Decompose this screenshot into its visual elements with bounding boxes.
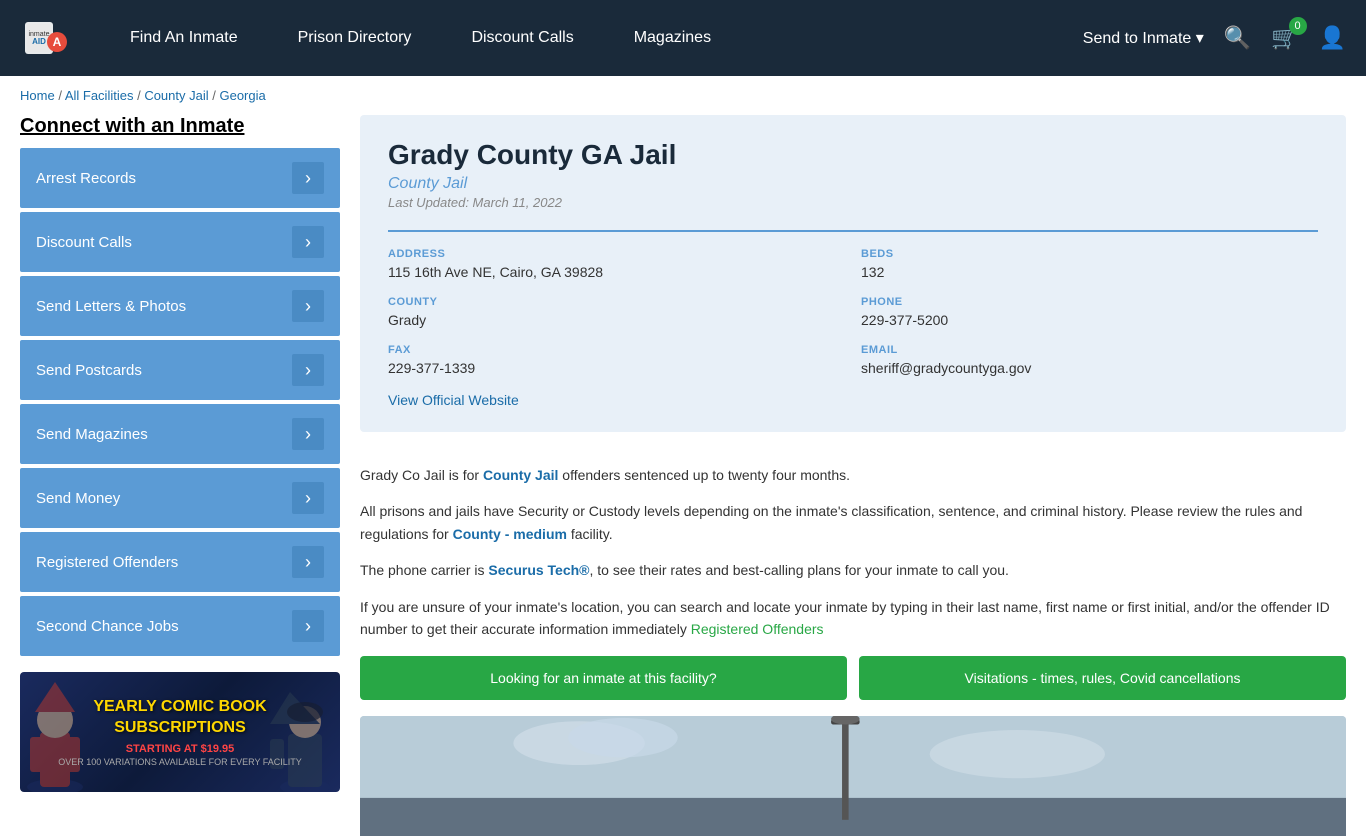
find-inmate-button[interactable]: Looking for an inmate at this facility? <box>360 656 847 700</box>
registered-offenders-link[interactable]: Registered Offenders <box>691 621 824 637</box>
address-value: 115 16th Ave NE, Cairo, GA 39828 <box>388 264 845 280</box>
securus-link[interactable]: Securus Tech® <box>488 562 589 578</box>
sidebar-item-label: Send Postcards <box>36 362 142 379</box>
facility-type: County Jail <box>388 175 1318 193</box>
sidebar-item-arrest-records[interactable]: Arrest Records › <box>20 148 340 208</box>
email-value: sheriff@gradycountyga.gov <box>861 360 1318 376</box>
description-area: Grady Co Jail is for County Jail offende… <box>360 448 1346 716</box>
ad-title: YEARLY COMIC BOOKSUBSCRIPTIONS <box>58 697 302 739</box>
logo-icon: A inmate AID <box>20 13 70 63</box>
facility-photo <box>360 716 1346 836</box>
fax-block: FAX 229-377-1339 <box>388 344 845 376</box>
ad-content: YEARLY COMIC BOOKSUBSCRIPTIONS STARTING … <box>58 697 302 767</box>
send-to-inmate-button[interactable]: Send to Inmate ▾ <box>1083 28 1204 48</box>
beds-value: 132 <box>861 264 1318 280</box>
beds-label: BEDS <box>861 248 1318 260</box>
fax-value: 229-377-1339 <box>388 360 845 376</box>
phone-block: PHONE 229-377-5200 <box>861 296 1318 328</box>
arrow-icon: › <box>292 418 324 450</box>
arrow-icon: › <box>292 482 324 514</box>
county-value: Grady <box>388 312 845 328</box>
desc-4: If you are unsure of your inmate's locat… <box>360 596 1346 641</box>
sidebar-item-send-letters[interactable]: Send Letters & Photos › <box>20 276 340 336</box>
county-label: COUNTY <box>388 296 845 308</box>
sidebar-item-second-chance-jobs[interactable]: Second Chance Jobs › <box>20 596 340 656</box>
view-website-link[interactable]: View Official Website <box>388 392 519 408</box>
info-grid: ADDRESS 115 16th Ave NE, Cairo, GA 39828… <box>388 230 1318 376</box>
breadcrumb-georgia[interactable]: Georgia <box>219 88 265 103</box>
search-icon[interactable]: 🔍 <box>1224 25 1251 51</box>
arrow-icon: › <box>292 354 324 386</box>
connect-title: Connect with an Inmate <box>20 115 340 138</box>
county-block: COUNTY Grady <box>388 296 845 328</box>
svg-text:A: A <box>53 35 62 49</box>
breadcrumb-county-jail[interactable]: County Jail <box>144 88 208 103</box>
site-header: A inmate AID Find An Inmate Prison Direc… <box>0 0 1366 76</box>
sidebar: Connect with an Inmate Arrest Records › … <box>20 115 340 836</box>
sidebar-item-label: Send Letters & Photos <box>36 298 186 315</box>
facility-updated: Last Updated: March 11, 2022 <box>388 195 1318 210</box>
ad-subtitle: STARTING AT $19.95 <box>58 743 302 755</box>
county-jail-link[interactable]: County Jail <box>483 467 558 483</box>
arrow-icon: › <box>292 226 324 258</box>
svg-text:AID: AID <box>32 37 46 46</box>
action-buttons: Looking for an inmate at this facility? … <box>360 656 1346 700</box>
phone-label: PHONE <box>861 296 1318 308</box>
sidebar-item-send-magazines[interactable]: Send Magazines › <box>20 404 340 464</box>
sidebar-item-discount-calls[interactable]: Discount Calls › <box>20 212 340 272</box>
ad-banner[interactable]: YEARLY COMIC BOOKSUBSCRIPTIONS STARTING … <box>20 672 340 792</box>
header-right: Send to Inmate ▾ 🔍 🛒 0 👤 <box>1083 25 1346 51</box>
facility-title: Grady County GA Jail <box>388 139 1318 171</box>
beds-block: BEDS 132 <box>861 248 1318 280</box>
arrow-icon: › <box>292 162 324 194</box>
address-block: ADDRESS 115 16th Ave NE, Cairo, GA 39828 <box>388 248 845 280</box>
ad-detail: OVER 100 VARIATIONS AVAILABLE FOR EVERY … <box>58 757 302 767</box>
nav-discount-calls[interactable]: Discount Calls <box>441 0 603 76</box>
user-icon[interactable]: 👤 <box>1319 25 1346 51</box>
sidebar-item-send-money[interactable]: Send Money › <box>20 468 340 528</box>
main-nav: Find An Inmate Prison Directory Discount… <box>100 0 1083 76</box>
breadcrumb-all-facilities[interactable]: All Facilities <box>65 88 134 103</box>
sidebar-item-label: Registered Offenders <box>36 554 178 571</box>
desc-3: The phone carrier is Securus Tech®, to s… <box>360 559 1346 581</box>
sidebar-item-label: Arrest Records <box>36 170 136 187</box>
sidebar-item-label: Discount Calls <box>36 234 132 251</box>
county-medium-link[interactable]: County - medium <box>453 526 567 542</box>
breadcrumb-home[interactable]: Home <box>20 88 55 103</box>
facility-card: Grady County GA Jail County Jail Last Up… <box>360 115 1346 432</box>
desc-1: Grady Co Jail is for County Jail offende… <box>360 464 1346 486</box>
email-label: EMAIL <box>861 344 1318 356</box>
sidebar-item-send-postcards[interactable]: Send Postcards › <box>20 340 340 400</box>
nav-find-inmate[interactable]: Find An Inmate <box>100 0 268 76</box>
nav-prison-directory[interactable]: Prison Directory <box>268 0 442 76</box>
content-area: Grady County GA Jail County Jail Last Up… <box>360 115 1346 836</box>
visitations-button[interactable]: Visitations - times, rules, Covid cancel… <box>859 656 1346 700</box>
sidebar-item-label: Send Money <box>36 490 120 507</box>
desc-2: All prisons and jails have Security or C… <box>360 500 1346 545</box>
arrow-icon: › <box>292 546 324 578</box>
sidebar-item-registered-offenders[interactable]: Registered Offenders › <box>20 532 340 592</box>
phone-value: 229-377-5200 <box>861 312 1318 328</box>
sidebar-item-label: Second Chance Jobs <box>36 618 179 635</box>
cart-badge: 0 <box>1289 17 1307 35</box>
logo[interactable]: A inmate AID <box>20 13 70 63</box>
main-content: Connect with an Inmate Arrest Records › … <box>0 115 1366 836</box>
sidebar-item-label: Send Magazines <box>36 426 148 443</box>
arrow-icon: › <box>292 290 324 322</box>
cart-icon[interactable]: 🛒 0 <box>1271 25 1298 51</box>
nav-magazines[interactable]: Magazines <box>604 0 741 76</box>
fax-label: FAX <box>388 344 845 356</box>
arrow-icon: › <box>292 610 324 642</box>
email-block: EMAIL sheriff@gradycountyga.gov <box>861 344 1318 376</box>
address-label: ADDRESS <box>388 248 845 260</box>
breadcrumb: Home / All Facilities / County Jail / Ge… <box>0 76 1366 115</box>
